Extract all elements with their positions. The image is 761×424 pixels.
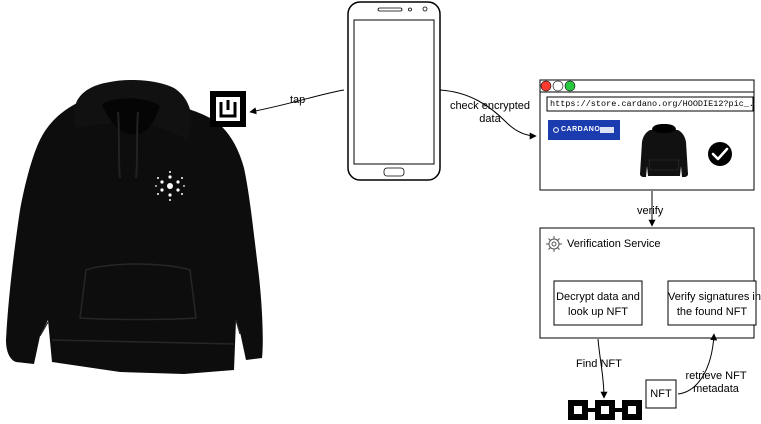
decrypt-line-2: look up NFT — [568, 306, 628, 318]
check-label-line-1: check encrypted — [449, 100, 531, 112]
minimize-dot-icon — [552, 80, 564, 92]
diagram-canvas: tap check encrypted data https://store.c… — [0, 0, 761, 424]
smartphone-icon — [347, 1, 441, 181]
verification-service-title: Verification Service — [567, 238, 661, 250]
find-nft-label: Find NFT — [576, 358, 622, 370]
decrypt-step-label: Decrypt data and look up NFT — [554, 290, 642, 320]
url-text: https://store.cardano.org/HOODIE12?pic_.… — [550, 99, 752, 109]
maximize-dot-icon — [564, 80, 576, 92]
decrypt-line-1: Decrypt data and — [556, 291, 640, 303]
verify-signatures-step-label: Verify signatures in the found NFT — [668, 290, 761, 320]
browser-window — [539, 79, 755, 191]
retrieve-metadata-label: retrieve NFT metadata — [678, 370, 754, 396]
nft-box-label: NFT — [650, 388, 672, 400]
cardano-brand-text: CARDANO — [561, 126, 601, 133]
verify-sig-line-2: the found NFT — [676, 306, 748, 318]
verify-label: verify — [637, 205, 664, 217]
close-dot-icon — [540, 80, 552, 92]
check-circle-icon — [708, 142, 732, 166]
check-label-line-2: data — [479, 113, 501, 125]
retrieve-line-1: retrieve NFT — [685, 370, 747, 382]
nfc-tag-icon — [210, 91, 246, 127]
tap-label: tap — [290, 94, 306, 106]
blockchain-chain-icon — [568, 400, 642, 420]
check-encrypted-data-label: check encrypted data — [444, 100, 536, 126]
retrieve-line-2: metadata — [693, 383, 739, 395]
verify-sig-line-1: Verify signatures in — [668, 291, 761, 303]
